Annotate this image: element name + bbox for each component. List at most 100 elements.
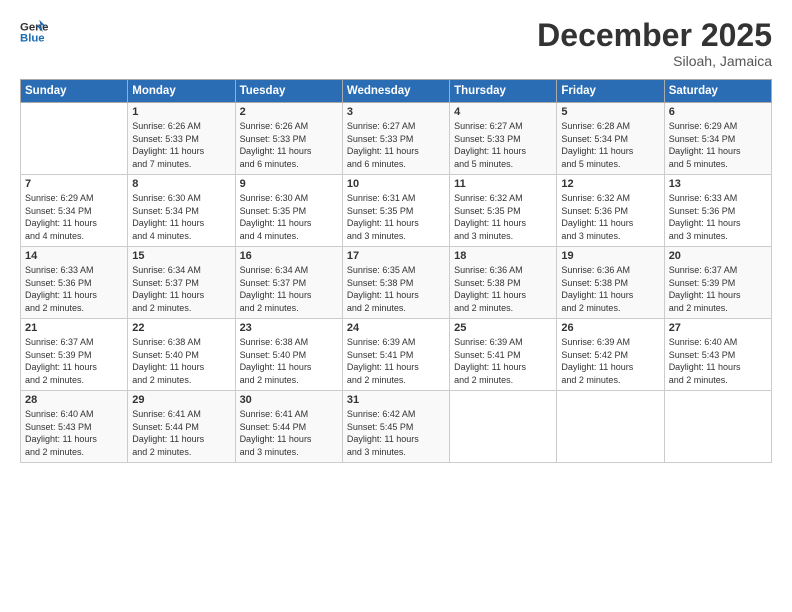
day-number: 2 bbox=[240, 106, 338, 118]
calendar-cell: 30 Sunrise: 6:41 AM Sunset: 5:44 PM Dayli… bbox=[235, 391, 342, 463]
logo-icon: General Blue bbox=[20, 18, 48, 46]
day-number: 29 bbox=[132, 394, 230, 406]
calendar-cell: 14 Sunrise: 6:33 AM Sunset: 5:36 PM Dayli… bbox=[21, 247, 128, 319]
weekday-header: Monday bbox=[128, 80, 235, 103]
calendar-cell: 10 Sunrise: 6:31 AM Sunset: 5:35 PM Dayli… bbox=[342, 175, 449, 247]
calendar-cell: 15 Sunrise: 6:34 AM Sunset: 5:37 PM Dayli… bbox=[128, 247, 235, 319]
day-info: Sunrise: 6:36 AM Sunset: 5:38 PM Dayligh… bbox=[454, 264, 552, 314]
day-number: 1 bbox=[132, 106, 230, 118]
subtitle: Siloah, Jamaica bbox=[537, 53, 772, 69]
svg-text:General: General bbox=[20, 21, 48, 33]
calendar-cell: 1 Sunrise: 6:26 AM Sunset: 5:33 PM Daylig… bbox=[128, 103, 235, 175]
day-info: Sunrise: 6:37 AM Sunset: 5:39 PM Dayligh… bbox=[669, 264, 767, 314]
calendar-cell: 8 Sunrise: 6:30 AM Sunset: 5:34 PM Daylig… bbox=[128, 175, 235, 247]
day-info: Sunrise: 6:26 AM Sunset: 5:33 PM Dayligh… bbox=[132, 120, 230, 170]
day-info: Sunrise: 6:41 AM Sunset: 5:44 PM Dayligh… bbox=[240, 408, 338, 458]
day-info: Sunrise: 6:41 AM Sunset: 5:44 PM Dayligh… bbox=[132, 408, 230, 458]
day-info: Sunrise: 6:30 AM Sunset: 5:35 PM Dayligh… bbox=[240, 192, 338, 242]
day-number: 24 bbox=[347, 322, 445, 334]
day-number: 11 bbox=[454, 178, 552, 190]
day-info: Sunrise: 6:31 AM Sunset: 5:35 PM Dayligh… bbox=[347, 192, 445, 242]
logo: General Blue bbox=[20, 18, 48, 46]
day-number: 22 bbox=[132, 322, 230, 334]
month-title: December 2025 bbox=[537, 18, 772, 53]
calendar-cell bbox=[557, 391, 664, 463]
weekday-header: Saturday bbox=[664, 80, 771, 103]
day-number: 6 bbox=[669, 106, 767, 118]
day-number: 18 bbox=[454, 250, 552, 262]
day-number: 8 bbox=[132, 178, 230, 190]
day-info: Sunrise: 6:29 AM Sunset: 5:34 PM Dayligh… bbox=[25, 192, 123, 242]
day-info: Sunrise: 6:35 AM Sunset: 5:38 PM Dayligh… bbox=[347, 264, 445, 314]
svg-text:Blue: Blue bbox=[20, 33, 45, 45]
calendar-cell bbox=[664, 391, 771, 463]
day-number: 7 bbox=[25, 178, 123, 190]
day-info: Sunrise: 6:30 AM Sunset: 5:34 PM Dayligh… bbox=[132, 192, 230, 242]
calendar-cell: 22 Sunrise: 6:38 AM Sunset: 5:40 PM Dayli… bbox=[128, 319, 235, 391]
day-number: 30 bbox=[240, 394, 338, 406]
day-number: 20 bbox=[669, 250, 767, 262]
day-info: Sunrise: 6:28 AM Sunset: 5:34 PM Dayligh… bbox=[561, 120, 659, 170]
calendar-cell: 4 Sunrise: 6:27 AM Sunset: 5:33 PM Daylig… bbox=[450, 103, 557, 175]
calendar-cell: 26 Sunrise: 6:39 AM Sunset: 5:42 PM Dayli… bbox=[557, 319, 664, 391]
calendar-cell bbox=[450, 391, 557, 463]
calendar-cell: 16Sunrise: 6:34 AM Sunset: 5:37 PM Dayli… bbox=[235, 247, 342, 319]
calendar-cell: 18 Sunrise: 6:36 AM Sunset: 5:38 PM Dayli… bbox=[450, 247, 557, 319]
day-info: Sunrise: 6:32 AM Sunset: 5:35 PM Dayligh… bbox=[454, 192, 552, 242]
calendar-cell: 19 Sunrise: 6:36 AM Sunset: 5:38 PM Dayli… bbox=[557, 247, 664, 319]
day-number: 5 bbox=[561, 106, 659, 118]
calendar-cell: 29 Sunrise: 6:41 AM Sunset: 5:44 PM Dayli… bbox=[128, 391, 235, 463]
day-info: Sunrise: 6:40 AM Sunset: 5:43 PM Dayligh… bbox=[669, 336, 767, 386]
day-number: 27 bbox=[669, 322, 767, 334]
day-info: Sunrise: 6:42 AM Sunset: 5:45 PM Dayligh… bbox=[347, 408, 445, 458]
day-number: 16 bbox=[240, 250, 338, 262]
page: General Blue December 2025 Siloah, Jamai… bbox=[0, 0, 792, 612]
day-number: 9 bbox=[240, 178, 338, 190]
day-number: 14 bbox=[25, 250, 123, 262]
calendar-cell: 11 Sunrise: 6:32 AM Sunset: 5:35 PM Dayli… bbox=[450, 175, 557, 247]
calendar-cell: 12Sunrise: 6:32 AM Sunset: 5:36 PM Dayli… bbox=[557, 175, 664, 247]
calendar-table: SundayMondayTuesdayWednesdayThursdayFrid… bbox=[20, 79, 772, 463]
day-info: Sunrise: 6:37 AM Sunset: 5:39 PM Dayligh… bbox=[25, 336, 123, 386]
day-number: 3 bbox=[347, 106, 445, 118]
day-info: Sunrise: 6:40 AM Sunset: 5:43 PM Dayligh… bbox=[25, 408, 123, 458]
day-number: 26 bbox=[561, 322, 659, 334]
day-info: Sunrise: 6:38 AM Sunset: 5:40 PM Dayligh… bbox=[240, 336, 338, 386]
day-info: Sunrise: 6:36 AM Sunset: 5:38 PM Dayligh… bbox=[561, 264, 659, 314]
day-info: Sunrise: 6:39 AM Sunset: 5:41 PM Dayligh… bbox=[454, 336, 552, 386]
calendar-cell: 6 Sunrise: 6:29 AM Sunset: 5:34 PM Daylig… bbox=[664, 103, 771, 175]
day-info: Sunrise: 6:33 AM Sunset: 5:36 PM Dayligh… bbox=[669, 192, 767, 242]
day-info: Sunrise: 6:33 AM Sunset: 5:36 PM Dayligh… bbox=[25, 264, 123, 314]
day-info: Sunrise: 6:39 AM Sunset: 5:42 PM Dayligh… bbox=[561, 336, 659, 386]
day-info: Sunrise: 6:26 AM Sunset: 5:33 PM Dayligh… bbox=[240, 120, 338, 170]
day-info: Sunrise: 6:34 AM Sunset: 5:37 PM Dayligh… bbox=[132, 264, 230, 314]
calendar-cell: 7 Sunrise: 6:29 AM Sunset: 5:34 PM Daylig… bbox=[21, 175, 128, 247]
weekday-header: Friday bbox=[557, 80, 664, 103]
calendar-cell: 17Sunrise: 6:35 AM Sunset: 5:38 PM Dayli… bbox=[342, 247, 449, 319]
day-info: Sunrise: 6:29 AM Sunset: 5:34 PM Dayligh… bbox=[669, 120, 767, 170]
weekday-header: Wednesday bbox=[342, 80, 449, 103]
calendar-cell: 21Sunrise: 6:37 AM Sunset: 5:39 PM Dayli… bbox=[21, 319, 128, 391]
day-number: 23 bbox=[240, 322, 338, 334]
calendar-cell: 28Sunrise: 6:40 AM Sunset: 5:43 PM Dayli… bbox=[21, 391, 128, 463]
title-block: December 2025 Siloah, Jamaica bbox=[537, 18, 772, 69]
day-number: 31 bbox=[347, 394, 445, 406]
day-number: 10 bbox=[347, 178, 445, 190]
calendar-cell: 31 Sunrise: 6:42 AM Sunset: 5:45 PM Dayli… bbox=[342, 391, 449, 463]
day-info: Sunrise: 6:27 AM Sunset: 5:33 PM Dayligh… bbox=[454, 120, 552, 170]
calendar-cell: 23 Sunrise: 6:38 AM Sunset: 5:40 PM Dayli… bbox=[235, 319, 342, 391]
day-number: 19 bbox=[561, 250, 659, 262]
calendar-cell: 25Sunrise: 6:39 AM Sunset: 5:41 PM Dayli… bbox=[450, 319, 557, 391]
day-number: 15 bbox=[132, 250, 230, 262]
calendar-cell: 3Sunrise: 6:27 AM Sunset: 5:33 PM Daylig… bbox=[342, 103, 449, 175]
weekday-header: Tuesday bbox=[235, 80, 342, 103]
calendar-cell bbox=[21, 103, 128, 175]
day-info: Sunrise: 6:38 AM Sunset: 5:40 PM Dayligh… bbox=[132, 336, 230, 386]
calendar-cell: 27 Sunrise: 6:40 AM Sunset: 5:43 PM Dayli… bbox=[664, 319, 771, 391]
calendar-cell: 24Sunrise: 6:39 AM Sunset: 5:41 PM Dayli… bbox=[342, 319, 449, 391]
weekday-header: Sunday bbox=[21, 80, 128, 103]
day-number: 4 bbox=[454, 106, 552, 118]
calendar-cell: 5 Sunrise: 6:28 AM Sunset: 5:34 PM Daylig… bbox=[557, 103, 664, 175]
header: General Blue December 2025 Siloah, Jamai… bbox=[20, 18, 772, 69]
day-number: 12 bbox=[561, 178, 659, 190]
